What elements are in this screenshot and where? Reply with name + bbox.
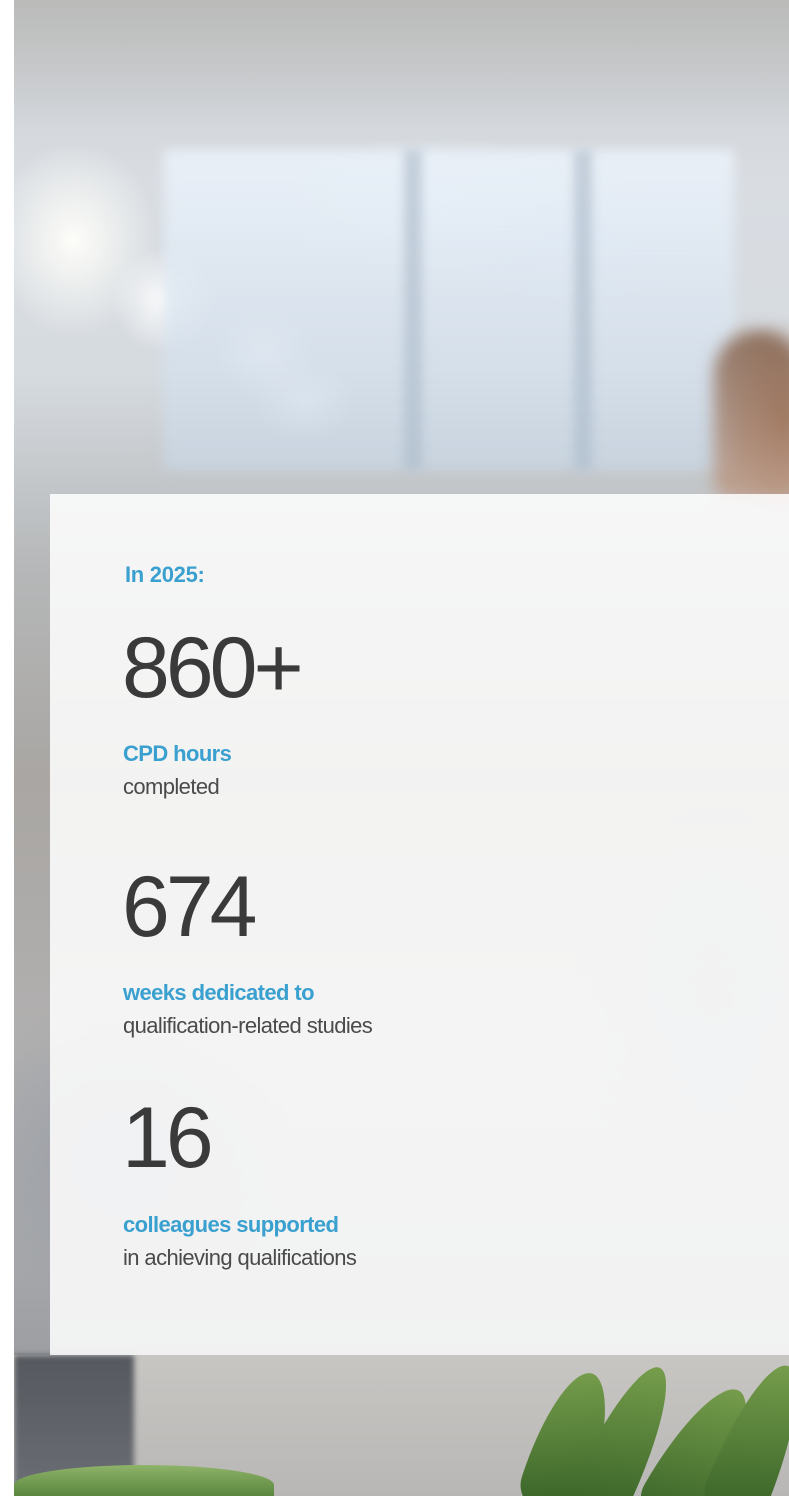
photo-person <box>714 330 789 500</box>
stat-value-cpd-hours: 860+ <box>122 620 304 716</box>
stats-page: In 2025: 860+ CPD hours completed 674 we… <box>0 0 789 1496</box>
photo-window-frame <box>404 150 422 470</box>
stat-value-weeks: 674 <box>122 859 257 955</box>
stat-value-colleagues: 16 <box>122 1090 214 1186</box>
stat-description-colleagues: in achieving qualifications <box>123 1245 357 1270</box>
stat-label-cpd-hours: CPD hours <box>123 741 232 766</box>
photo-window-frame <box>574 150 592 470</box>
photo-ceiling <box>14 0 789 130</box>
stat-description-weeks: qualification-related studies <box>123 1013 373 1038</box>
photo-window <box>164 150 734 470</box>
intro-heading: In 2025: <box>125 562 205 587</box>
stat-label-colleagues: colleagues supported <box>123 1212 339 1237</box>
stat-label-weeks: weeks dedicated to <box>123 980 315 1005</box>
stat-description-cpd-hours: completed <box>123 774 220 799</box>
